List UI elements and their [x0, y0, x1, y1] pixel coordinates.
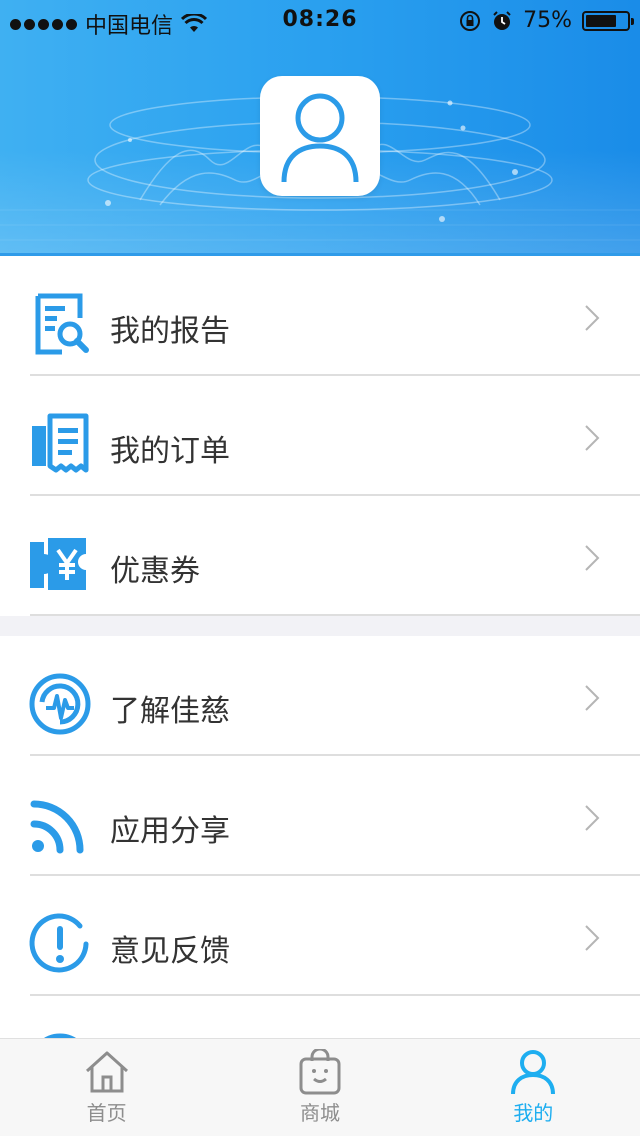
profile-icon	[511, 1050, 556, 1095]
chevron-right-icon	[585, 805, 600, 831]
menu-item-label: 应用分享	[110, 814, 230, 849]
chevron-right-icon	[585, 925, 600, 951]
tab-bar: 首页 商城 我的	[0, 1038, 640, 1136]
battery-level	[586, 14, 616, 27]
menu-item-label: 优惠券	[110, 554, 200, 589]
menu-item-label: 我的订单	[110, 434, 230, 469]
menu-item-coupons[interactable]: 优惠券	[0, 496, 640, 616]
chevron-right-icon	[585, 305, 600, 331]
battery-icon	[582, 10, 634, 31]
section-gap	[0, 616, 640, 636]
menu-item-my-orders[interactable]: 我的订单	[0, 376, 640, 496]
share-rss-icon	[30, 800, 84, 854]
feedback-exclamation-icon	[29, 913, 89, 973]
tab-home[interactable]: 首页	[0, 1039, 213, 1136]
shopping-bag-icon	[299, 1049, 341, 1095]
home-icon	[85, 1051, 128, 1093]
menu-group-account: 我的报告 我的订单 优惠券	[0, 256, 640, 616]
coupon-yen-icon	[30, 538, 86, 590]
menu-item-label: 意见反馈	[110, 934, 230, 969]
menu-item-feedback[interactable]: 意见反馈	[0, 876, 640, 996]
tab-mall[interactable]: 商城	[213, 1039, 426, 1136]
rotation-lock-icon	[460, 10, 481, 31]
order-receipt-icon	[32, 413, 89, 473]
chevron-right-icon	[585, 545, 600, 571]
avatar[interactable]	[260, 76, 380, 196]
menu-item-about[interactable]: 了解佳慈	[0, 636, 640, 756]
tab-label: 首页	[86, 1101, 127, 1125]
status-right: 75%	[459, 8, 634, 33]
tab-label: 商城	[299, 1101, 340, 1125]
report-search-icon	[35, 293, 89, 355]
about-logo-icon	[29, 673, 91, 735]
menu-item-label: 我的报告	[110, 314, 230, 349]
alarm-icon	[493, 10, 511, 30]
profile-header: 中国电信 08:26 75%	[0, 0, 640, 256]
menu-item-label: 了解佳慈	[110, 694, 230, 729]
menu-item-my-report[interactable]: 我的报告	[0, 256, 640, 376]
chevron-right-icon	[585, 685, 600, 711]
status-bar: 中国电信 08:26 75%	[0, 0, 640, 40]
battery-percent: 75%	[523, 8, 572, 33]
user-avatar-icon	[281, 93, 359, 182]
menu-item-share[interactable]: 应用分享	[0, 756, 640, 876]
chevron-right-icon	[585, 425, 600, 451]
tab-mine[interactable]: 我的	[427, 1039, 640, 1136]
tab-label: 我的	[513, 1101, 554, 1125]
